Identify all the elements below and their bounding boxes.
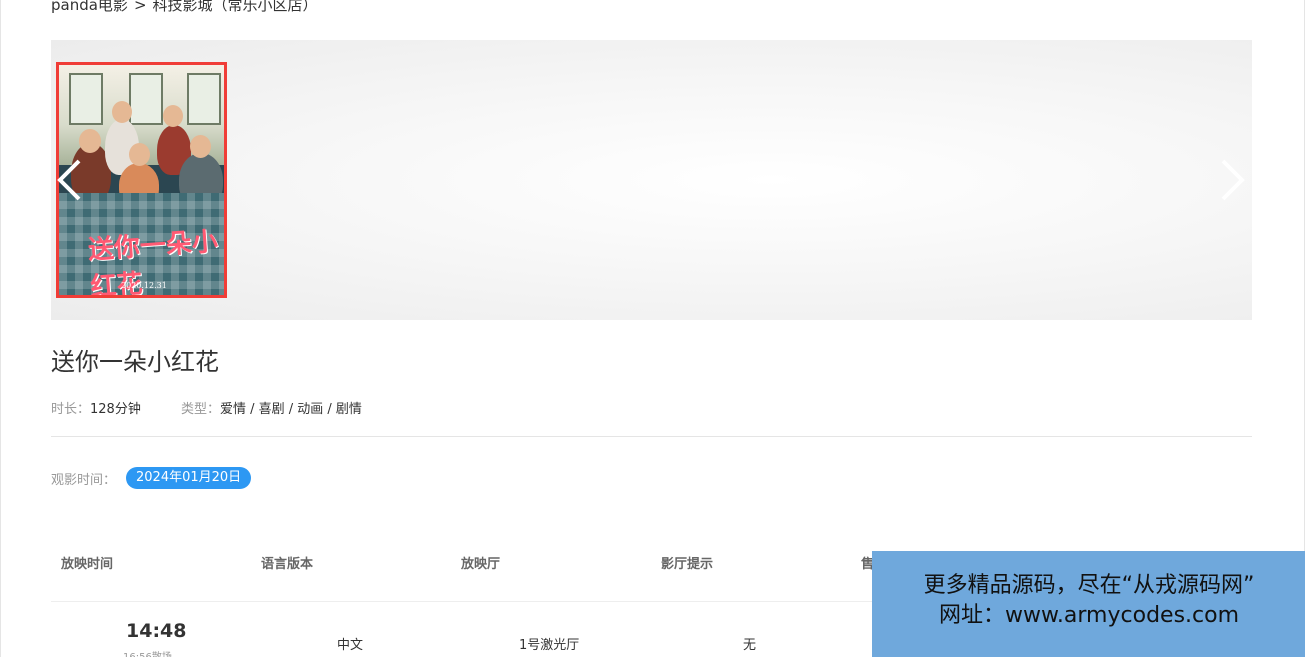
poster-face bbox=[112, 101, 132, 123]
duration-value: 128分钟 bbox=[90, 402, 141, 417]
header-tips: 影厅提示 bbox=[661, 557, 714, 572]
page: panda电影 > 科技影城（常乐小区店） 送你一朵小红花 2020.12.31 bbox=[0, 0, 1305, 657]
genre-label: 类型： bbox=[180, 402, 220, 417]
breadcrumb-home[interactable]: panda电影 bbox=[51, 0, 128, 14]
genre-info: 类型：爱情 / 喜剧 / 动画 / 剧情 bbox=[181, 398, 362, 417]
row-tip: 无 bbox=[743, 638, 757, 653]
poster-face bbox=[129, 143, 150, 166]
poster-window bbox=[187, 73, 221, 125]
breadcrumb-separator: > bbox=[133, 0, 147, 14]
poster-window bbox=[129, 73, 163, 125]
poster-carousel: 送你一朵小红花 2020.12.31 bbox=[51, 40, 1252, 320]
breadcrumb: panda电影 > 科技影城（常乐小区店） bbox=[51, 0, 324, 15]
chevron-left-icon[interactable] bbox=[55, 158, 83, 202]
breadcrumb-cinema[interactable]: 科技影城（常乐小区店） bbox=[153, 0, 318, 14]
watermark-banner: 更多精品源码，尽在“从戎源码网” 网址：www.armycodes.com bbox=[872, 551, 1305, 657]
header-hall: 放映厅 bbox=[461, 557, 501, 572]
poster-window bbox=[69, 73, 103, 125]
poster-face bbox=[190, 135, 211, 158]
chevron-right-icon[interactable] bbox=[1219, 158, 1247, 202]
divider bbox=[51, 436, 1252, 437]
movie-title: 送你一朵小红花 bbox=[51, 348, 219, 376]
watermark-line1: 更多精品源码，尽在“从戎源码网” bbox=[923, 573, 1255, 598]
movie-meta: 时长：128分钟 类型：爱情 / 喜剧 / 动画 / 剧情 bbox=[51, 398, 398, 417]
date-pill-selected[interactable]: 2024年01月20日 bbox=[126, 467, 252, 489]
genre-value: 爱情 / 喜剧 / 动画 / 剧情 bbox=[220, 402, 362, 417]
date-label: 观影时间： bbox=[51, 472, 117, 488]
row-end-time: 16:56散场 bbox=[123, 648, 172, 657]
duration-label: 时长： bbox=[51, 402, 91, 417]
header-language: 语言版本 bbox=[261, 557, 314, 572]
poster-face bbox=[79, 129, 101, 153]
poster-date: 2020.12.31 bbox=[121, 281, 167, 290]
header-showtime: 放映时间 bbox=[61, 557, 114, 572]
row-language: 中文 bbox=[337, 638, 364, 653]
row-hall: 1号激光厅 bbox=[519, 638, 580, 653]
date-selector: 观影时间： 2024年01月20日 bbox=[51, 467, 252, 489]
duration-info: 时长：128分钟 bbox=[51, 398, 141, 417]
row-start-time: 14:48 bbox=[126, 620, 187, 642]
poster-face bbox=[163, 105, 183, 127]
watermark-line2: 网址：www.armycodes.com bbox=[938, 603, 1240, 628]
